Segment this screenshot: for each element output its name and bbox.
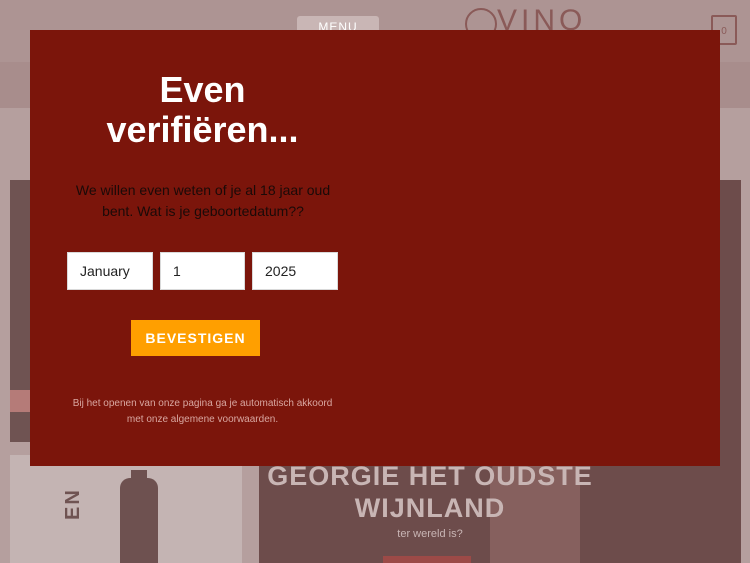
wine-bottle-image — [120, 478, 158, 563]
modal-title: Even verifiëren... — [106, 69, 299, 150]
birthdate-question: We willen even weten of je al 18 jaar ou… — [75, 182, 331, 219]
terms-disclaimer: Bij het openen van onze pagina ga je aut… — [72, 398, 333, 425]
age-verification-modal: Even verifiëren... We willen even weten … — [30, 30, 720, 466]
confirm-button[interactable]: BEVESTIGEN — [131, 320, 260, 356]
feature-title: GEORGIE HET OUDSTE WIJNLAND — [267, 461, 593, 523]
feature-button[interactable] — [383, 556, 471, 563]
feature-subtitle: ter wereld is? — [397, 528, 463, 540]
promo-badge — [10, 390, 32, 412]
birth-year-input[interactable]: 2025 — [252, 252, 338, 290]
birth-month-select[interactable]: January — [67, 252, 153, 290]
birth-day-input[interactable]: 1 — [160, 252, 245, 290]
vertical-label: EN — [62, 488, 84, 520]
